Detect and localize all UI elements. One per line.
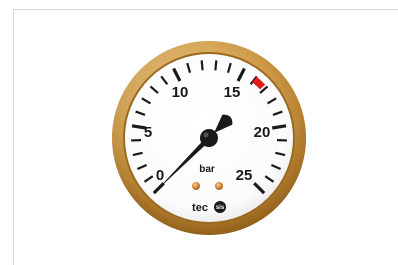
brand-badge-text: sis	[216, 205, 225, 211]
scale-label-5: 5	[144, 124, 152, 141]
scale-label-20: 20	[254, 124, 271, 141]
needle-hub-highlight	[203, 132, 209, 138]
scale-label-15: 15	[224, 84, 241, 101]
screw-left	[192, 182, 200, 190]
unit-label: bar	[199, 164, 215, 175]
brand-name: tec	[192, 202, 208, 214]
needle-hub	[200, 129, 218, 147]
scale-label-10: 10	[172, 84, 189, 101]
screw-right	[215, 182, 223, 190]
minor-tick	[200, 60, 204, 71]
minor-tick	[214, 60, 218, 71]
scale-label-0: 0	[156, 167, 164, 184]
major-tick	[271, 124, 287, 130]
pressure-gauge: 0 5 10 15 20 25 bar tec sis	[112, 41, 306, 235]
scale-label-25: 25	[236, 167, 253, 184]
